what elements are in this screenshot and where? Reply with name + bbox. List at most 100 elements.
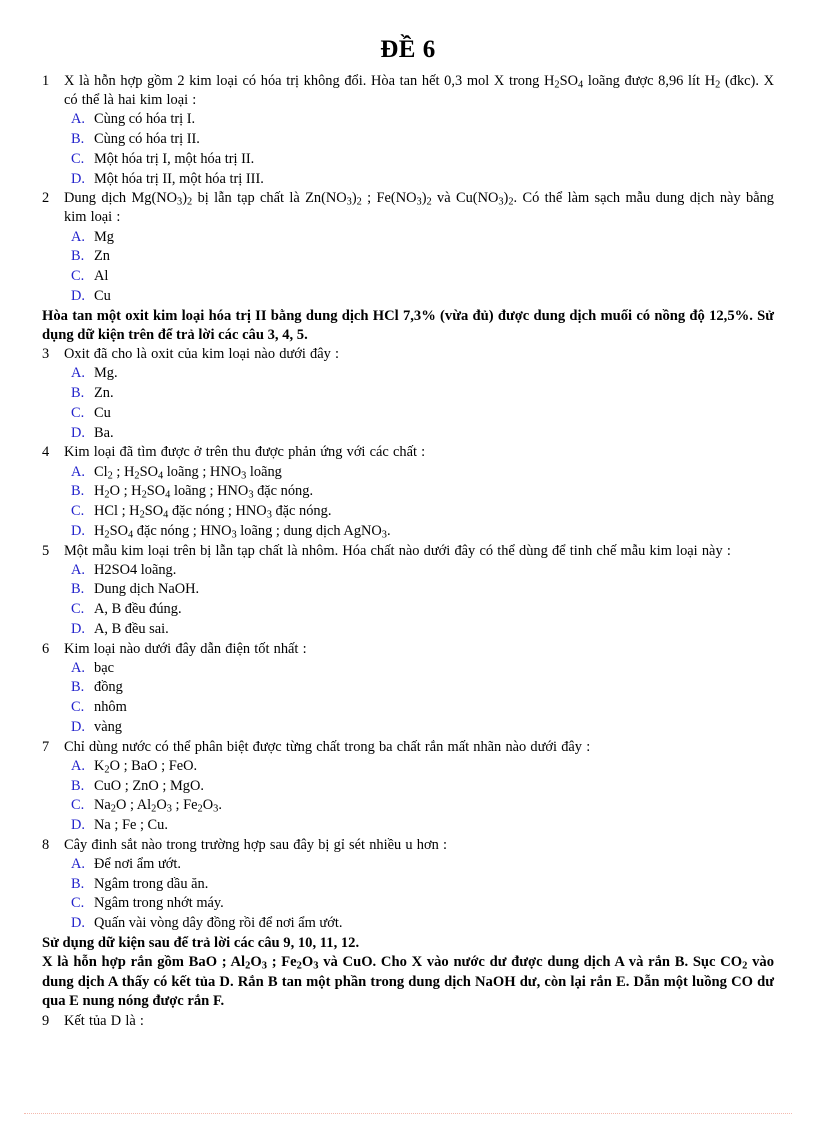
answer-option[interactable]: B. Zn — [42, 247, 774, 267]
question-6: 6 Kim loại nào dưới đây dẫn điện tốt nhất… — [42, 640, 774, 659]
question-number: 7 — [42, 738, 50, 755]
question-text: Chỉ dùng nước có thể phân biệt được từng… — [64, 738, 591, 755]
answer-option[interactable]: C. Al — [42, 267, 774, 287]
option-letter: C. — [71, 503, 85, 520]
option-letter: C. — [71, 404, 85, 421]
answer-option[interactable]: D. Cu — [42, 287, 774, 307]
answer-option[interactable]: A. Mg — [42, 228, 774, 248]
option-letter: D. — [71, 817, 85, 834]
option-text: CuO ; ZnO ; MgO. — [94, 777, 204, 794]
option-list: A. bạc B. đồng C. nhôm D. vàng — [42, 659, 774, 738]
answer-option[interactable]: C. nhôm — [42, 698, 774, 718]
option-text: Mg — [94, 228, 114, 245]
option-letter: C. — [71, 150, 85, 167]
option-letter: D. — [71, 620, 85, 637]
answer-option[interactable]: D. A, B đều sai. — [42, 620, 774, 640]
option-letter: B. — [71, 131, 85, 148]
option-letter: C. — [71, 797, 85, 814]
question-5: 5 Một mẫu kim loại trên bị lẫn tạp chất l… — [42, 542, 774, 561]
option-list: A. Để nơi ẩm ướt. B. Ngâm trong dầu ăn. C. Ng… — [42, 855, 774, 934]
question-text: Kết tủa D là : — [64, 1012, 144, 1029]
answer-option[interactable]: D. Ba. — [42, 424, 774, 444]
answer-option[interactable]: A. H2SO4 loãng. — [42, 561, 774, 581]
answer-option[interactable]: D. Na ; Fe ; Cu. — [42, 816, 774, 836]
option-text: đồng — [94, 679, 123, 696]
question-number: 2 — [42, 190, 50, 207]
option-text: K2O ; BaO ; FeO. — [94, 757, 198, 776]
answer-option[interactable]: D. H2SO4 đặc nóng ; HNO3 loãng ; dung dịc… — [42, 522, 774, 542]
instruction-paragraph: Hòa tan một oxit kim loại hóa trị II bằn… — [42, 307, 774, 343]
question-4: 4 Kim loại đã tìm được ở trên thu được ph… — [42, 443, 774, 462]
answer-option[interactable]: C. A, B đều đúng. — [42, 600, 774, 620]
question-text: Cây đinh sắt nào trong trường hợp sau đâ… — [64, 836, 447, 853]
answer-option[interactable]: A. Để nơi ẩm ướt. — [42, 855, 774, 875]
answer-option[interactable]: D. Một hóa trị II, một hóa trị III. — [42, 170, 774, 190]
option-text: bạc — [94, 659, 114, 676]
option-letter: D. — [71, 915, 85, 932]
option-letter: A. — [71, 111, 85, 128]
answer-option[interactable]: C. Cu — [42, 404, 774, 424]
answer-option[interactable]: A. Mg. — [42, 364, 774, 384]
question-number: 8 — [42, 836, 50, 853]
question-number: 4 — [42, 444, 50, 461]
option-letter: A. — [71, 463, 85, 480]
answer-option[interactable]: C. HCl ; H2SO4 đặc nóng ; HNO3 đặc nóng. — [42, 502, 774, 522]
question-text: X là hỗn hợp gồm 2 kim loại có hóa trị k… — [64, 73, 774, 109]
option-text: Na2O ; Al2O3 ; Fe2O3. — [94, 797, 222, 815]
answer-option[interactable]: B. đồng — [42, 678, 774, 698]
answer-option[interactable]: D. Quấn vài vòng dây đồng rồi để nơi ẩm ư… — [42, 914, 774, 934]
option-text: Al — [94, 268, 109, 285]
option-text: Dung dịch NaOH. — [94, 581, 200, 598]
option-letter: B. — [71, 385, 85, 402]
instruction-paragraph: X là hỗn hợp rắn gồm BaO ; Al2O3 ; Fe2O3… — [42, 954, 774, 1010]
option-letter: C. — [71, 895, 85, 912]
option-letter: D. — [71, 287, 85, 304]
answer-option[interactable]: B. Cùng có hóa trị II. — [42, 130, 774, 150]
question-2: 2 Dung dịch Mg(NO3)2 bị lẫn tạp chất là Z… — [42, 189, 774, 227]
question-text: Kim loại đã tìm được ở trên thu được phả… — [64, 444, 426, 461]
document-page: ĐỀ 6 1 X là hỗn hợp gồm 2 kim loại có hóa… — [0, 0, 816, 1123]
answer-option[interactable]: C. Na2O ; Al2O3 ; Fe2O3. — [42, 796, 774, 816]
option-text: Cu — [94, 287, 111, 304]
question-8: 8 Cây đinh sắt nào trong trường hợp sau đ… — [42, 836, 774, 855]
option-text: Quấn vài vòng dây đồng rồi để nơi ẩm ướt… — [94, 915, 343, 932]
option-letter: C. — [71, 268, 85, 285]
option-letter: B. — [71, 483, 85, 500]
answer-option[interactable]: B. Zn. — [42, 384, 774, 404]
question-3: 3 Oxit đã cho là oxit của kim loại nào dư… — [42, 345, 774, 364]
option-text: HCl ; H2SO4 đặc nóng ; HNO3 đặc nóng. — [94, 503, 332, 521]
answer-option[interactable]: A. Cùng có hóa trị I. — [42, 110, 774, 130]
option-letter: B. — [71, 875, 85, 892]
answer-option[interactable]: D. vàng — [42, 718, 774, 738]
answer-option[interactable]: A. Cl2 ; H2SO4 loãng ; HNO3 loãng — [42, 463, 774, 483]
answer-option[interactable]: C. Một hóa trị I, một hóa trị II. — [42, 150, 774, 170]
option-list: A. K2O ; BaO ; FeO. B. CuO ; ZnO ; MgO. C. Na… — [42, 757, 774, 836]
option-text: vàng — [94, 718, 122, 735]
option-text: Ngâm trong nhớt máy. — [94, 895, 224, 912]
option-letter: A. — [71, 659, 85, 676]
option-letter: D. — [71, 170, 85, 187]
option-letter: A. — [71, 757, 85, 774]
option-text: Ngâm trong dầu ăn. — [94, 875, 209, 892]
option-letter: D. — [71, 522, 85, 539]
option-letter: A. — [71, 365, 85, 382]
option-text: H2O ; H2SO4 loãng ; HNO3 đặc nóng. — [94, 483, 314, 501]
footer-divider — [24, 1113, 792, 1114]
option-text: A, B đều đúng. — [94, 601, 182, 618]
answer-option[interactable]: B. Ngâm trong dầu ăn. — [42, 875, 774, 895]
question-9: 9 Kết tủa D là : — [42, 1012, 774, 1031]
answer-option[interactable]: B. H2O ; H2SO4 loãng ; HNO3 đặc nóng. — [42, 482, 774, 502]
option-letter: B. — [71, 679, 85, 696]
question-number: 9 — [42, 1012, 50, 1029]
answer-option[interactable]: C. Ngâm trong nhớt máy. — [42, 894, 774, 914]
answer-option[interactable]: B. Dung dịch NaOH. — [42, 580, 774, 600]
answer-option[interactable]: B. CuO ; ZnO ; MgO. — [42, 777, 774, 797]
answer-option[interactable]: A. K2O ; BaO ; FeO. — [42, 757, 774, 777]
answer-option[interactable]: A. bạc — [42, 659, 774, 679]
option-letter: B. — [71, 581, 85, 598]
instruction-paragraph: Sử dụng dữ kiện sau để trả lời các câu 9… — [42, 934, 360, 951]
question-7: 7 Chỉ dùng nước có thể phân biệt được từn… — [42, 738, 774, 757]
option-text: Một hóa trị I, một hóa trị II. — [94, 150, 255, 167]
question-1: 1 X là hỗn hợp gồm 2 kim loại có hóa trị … — [42, 72, 774, 110]
document-body: 1 X là hỗn hợp gồm 2 kim loại có hóa trị … — [42, 72, 774, 1031]
